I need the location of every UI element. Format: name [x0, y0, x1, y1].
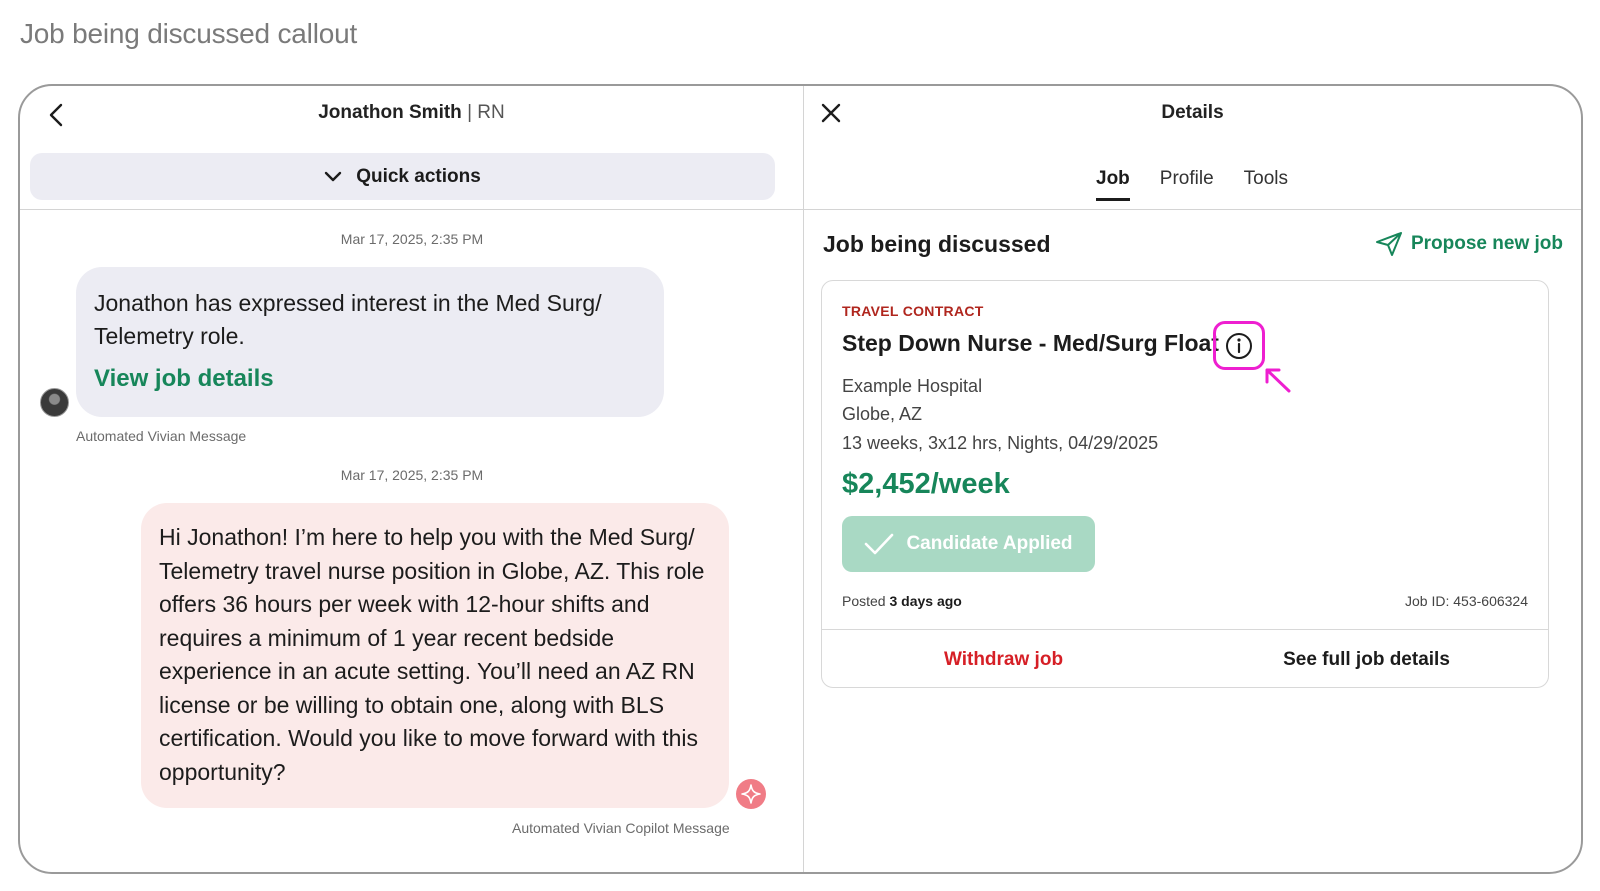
title-separator: | [467, 102, 473, 123]
job-title: Step Down Nurse - Med/Surg Float [842, 330, 1219, 356]
posted-info: Posted 3 days ago [842, 593, 962, 609]
message-bubble-copilot: Hi Jonathon! I’m here to help you with t… [141, 503, 729, 808]
tab-job[interactable]: Job [1096, 168, 1130, 201]
details-tabs: Job Profile Tools [1096, 168, 1288, 201]
job-schedule: 13 weeks, 3x12 hrs, Nights, 04/29/2025 [842, 433, 1159, 453]
propose-new-job-button[interactable]: Propose new job [1375, 231, 1563, 257]
contact-role: RN [477, 102, 505, 123]
candidate-applied-button: Candidate Applied [842, 516, 1095, 572]
propose-new-job-label: Propose new job [1410, 233, 1563, 254]
page-title: Job being discussed callout [20, 18, 358, 49]
view-job-details-link[interactable]: View job details [94, 365, 274, 393]
tab-profile[interactable]: Profile [1160, 168, 1214, 200]
quick-actions-label: Quick actions [356, 165, 481, 187]
details-title: Details [1161, 102, 1224, 123]
candidate-applied-label: Candidate Applied [906, 533, 1073, 554]
message-bubble-interest: Jonathon has expressed interest in the M… [76, 267, 664, 417]
message-timestamp: Mar 17, 2025, 2:35 PM [340, 231, 484, 247]
job-type-label: TRAVEL CONTRACT [842, 303, 984, 319]
see-full-job-details-button[interactable]: See full job details [1185, 630, 1548, 689]
posted-value: 3 days ago [889, 593, 962, 609]
tab-tools[interactable]: Tools [1244, 168, 1288, 200]
contact-name: Jonathon Smith [318, 102, 462, 123]
message-caption: Automated Vivian Message [76, 428, 247, 444]
message-text: Hi Jonathon! I’m here to help you with t… [159, 524, 705, 785]
section-title: Job being discussed [823, 231, 1051, 257]
posted-prefix: Posted [842, 593, 886, 609]
check-icon [865, 533, 894, 555]
job-location: Globe, AZ [842, 404, 923, 424]
job-card: TRAVEL CONTRACT Step Down Nurse - Med/Su… [821, 280, 1549, 688]
info-icon-callout[interactable] [1213, 321, 1265, 370]
job-card-actions: Withdraw job See full job details [822, 629, 1548, 689]
job-facility: Example Hospital [842, 376, 983, 396]
app-frame: Jonathon Smith | RN Quick actions Mar 17… [18, 84, 1583, 874]
withdraw-job-button[interactable]: Withdraw job [822, 630, 1185, 689]
contact-title: Jonathon Smith | RN [20, 102, 803, 124]
message-timestamp: Mar 17, 2025, 2:35 PM [340, 467, 484, 483]
conversation-header: Jonathon Smith | RN Quick actions [20, 86, 803, 210]
job-id: Job ID: 453-606324 [1405, 593, 1528, 609]
sparkle-icon [736, 779, 766, 809]
avatar [40, 388, 69, 417]
job-pay: $2,452/week [842, 468, 1010, 500]
quick-actions-button[interactable]: Quick actions [30, 153, 775, 200]
details-pane: Details Job Profile Tools Job being disc… [804, 86, 1581, 872]
send-icon [1375, 232, 1402, 256]
arrow-icon [1265, 368, 1291, 393]
chevron-down-icon [324, 171, 342, 181]
details-header: Details Job Profile Tools [804, 86, 1581, 210]
message-text: Jonathon has expressed interest in the M… [94, 290, 602, 349]
info-icon [1226, 332, 1252, 359]
conversation-pane: Jonathon Smith | RN Quick actions Mar 17… [20, 86, 804, 872]
message-caption: Automated Vivian Copilot Message [512, 820, 730, 836]
